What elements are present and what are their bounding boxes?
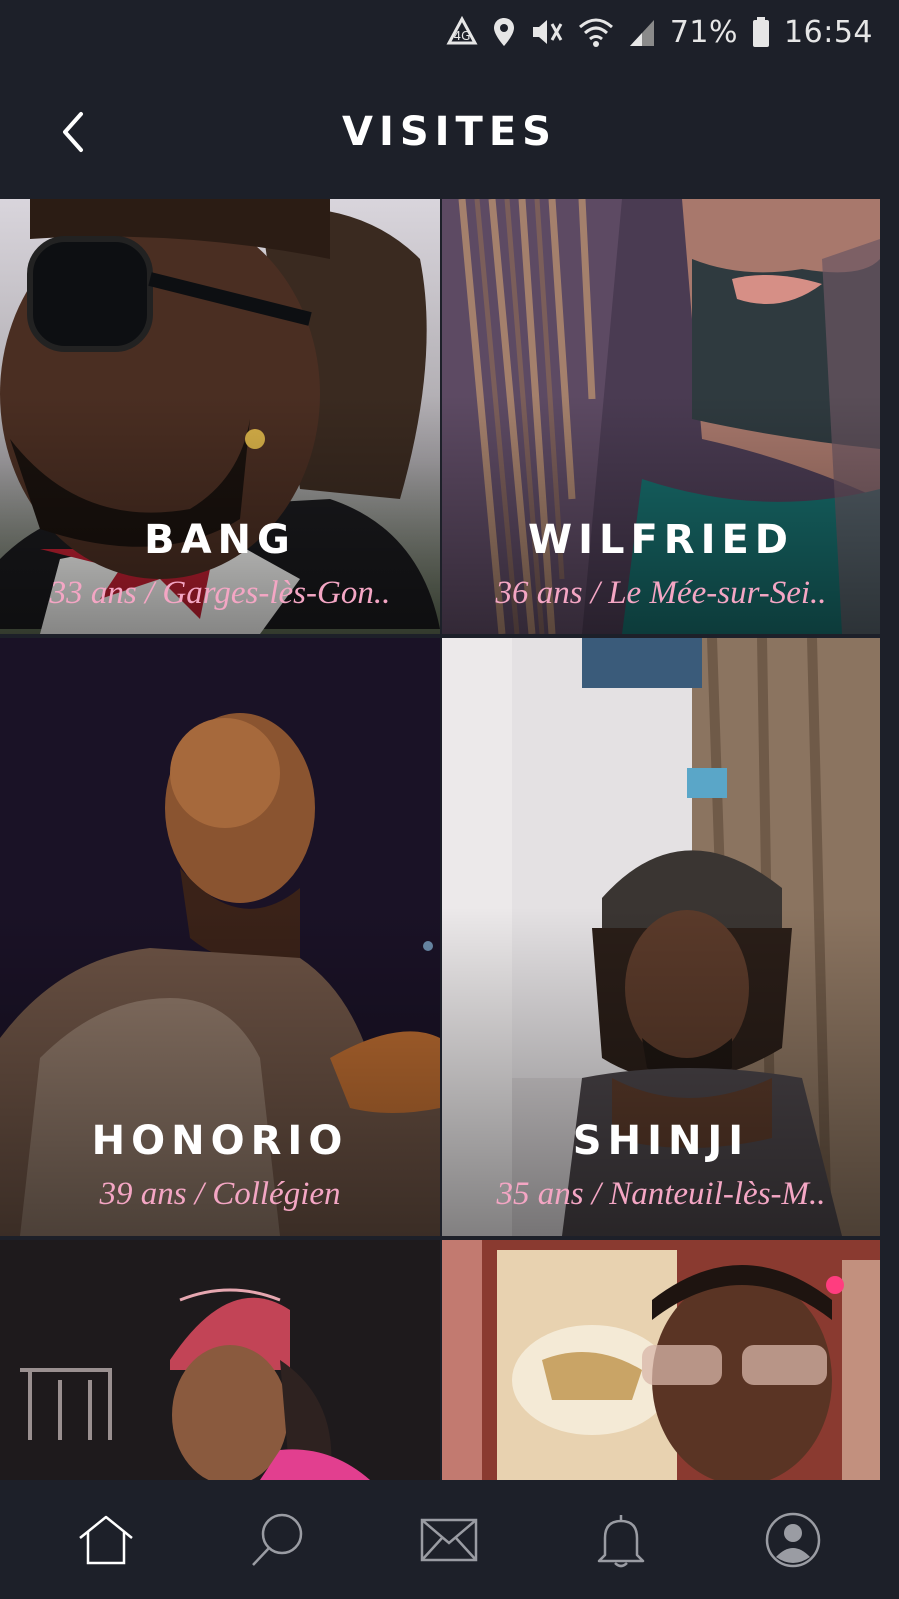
back-button[interactable] xyxy=(48,104,98,159)
profile-card-wilfried[interactable]: WILFRIED 36 ans / Le Mée-sur-Sei.. xyxy=(442,199,880,634)
location-icon xyxy=(492,16,516,48)
profile-meta: 36 ans / Le Mée-sur-Sei.. xyxy=(495,575,827,611)
signal-icon xyxy=(628,16,656,48)
search-icon xyxy=(251,1513,302,1566)
app-header: VISITES xyxy=(0,64,899,199)
profile-photo xyxy=(442,1240,880,1480)
bottom-navigation xyxy=(0,1480,899,1599)
profile-icon xyxy=(765,1512,821,1567)
profile-card-6[interactable] xyxy=(442,1240,880,1480)
profile-meta: 33 ans / Garges-lès-Gon.. xyxy=(49,575,391,611)
profile-card-honorio[interactable]: HONORIO 39 ans / Collégien xyxy=(0,638,440,1236)
battery-icon xyxy=(752,16,770,48)
profile-meta: 35 ans / Nanteuil-lès-M.. xyxy=(496,1176,826,1212)
chevron-left-icon xyxy=(63,111,83,152)
mail-icon xyxy=(421,1518,478,1561)
bell-icon xyxy=(598,1514,645,1567)
profile-name: HONORIO xyxy=(91,1118,349,1164)
visitors-grid: BANG 33 ans / Garges-lès-Gon.. WILFRIED … xyxy=(0,199,899,1480)
page-title: VISITES xyxy=(342,108,557,155)
nav-messages[interactable] xyxy=(409,1500,489,1580)
profile-card-shinji[interactable]: SHINJI 35 ans / Nanteuil-lès-M.. xyxy=(442,638,880,1236)
profile-name: SHINJI xyxy=(572,1118,750,1164)
nav-search[interactable] xyxy=(238,1500,318,1580)
home-icon xyxy=(79,1515,133,1564)
svg-text:4G: 4G xyxy=(453,29,470,43)
nav-home[interactable] xyxy=(66,1500,146,1580)
status-bar: 4G 71% 16:54 xyxy=(0,0,899,64)
profile-name: BANG xyxy=(144,517,296,563)
profile-card-bang[interactable]: BANG 33 ans / Garges-lès-Gon.. xyxy=(0,199,440,634)
wifi-icon xyxy=(578,16,614,48)
profile-meta: 39 ans / Collégien xyxy=(99,1176,341,1212)
clock: 16:54 xyxy=(784,14,873,50)
online-indicator xyxy=(826,1276,844,1294)
nav-notifications[interactable] xyxy=(581,1500,661,1580)
battery-percent: 71% xyxy=(669,14,739,50)
vibrate-mute-icon xyxy=(530,16,564,48)
profile-photo xyxy=(0,1240,440,1480)
data-saver-icon: 4G xyxy=(446,16,478,48)
profile-card-5[interactable] xyxy=(0,1240,440,1480)
nav-profile[interactable] xyxy=(753,1500,833,1580)
profile-name: WILFRIED xyxy=(527,517,795,563)
